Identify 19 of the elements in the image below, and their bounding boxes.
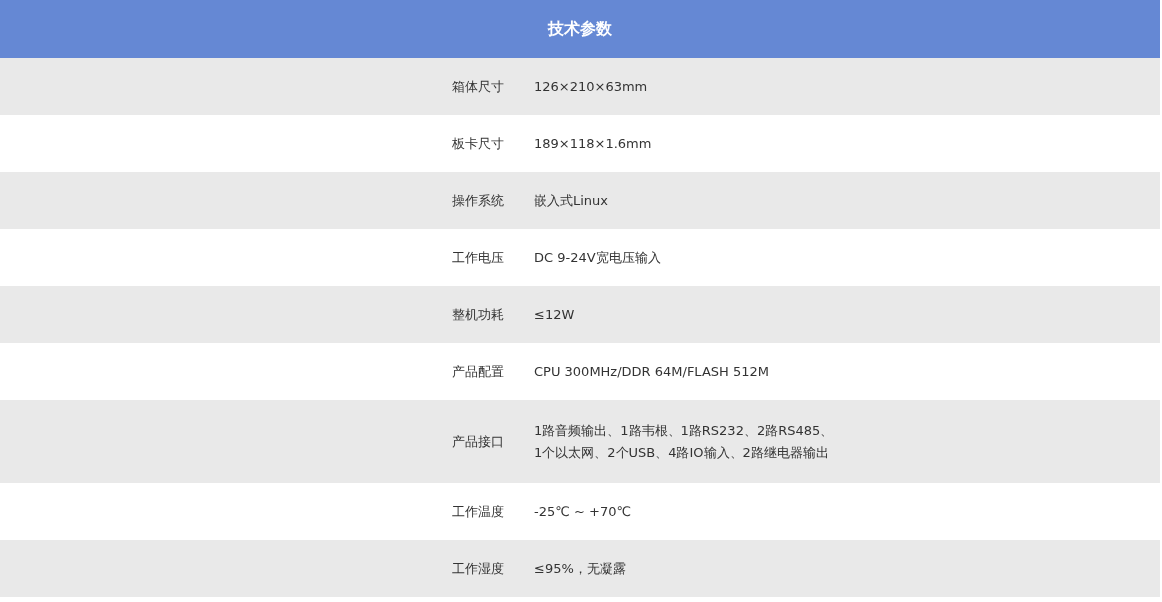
spec-value: 1路音频输出、1路韦根、1路RS232、2路RS485、 1个以太网、2个USB、4路IO输入、2路继电器输出 <box>534 421 835 462</box>
spec-value: 126×210×63mm <box>534 79 649 94</box>
spec-value: ≤12W <box>534 307 576 322</box>
spec-label: 工作电压 <box>452 248 504 267</box>
spec-label: 产品配置 <box>452 362 504 381</box>
spec-value: 189×118×1.6mm <box>534 136 653 151</box>
spec-label: 箱体尺寸 <box>452 77 504 96</box>
spec-label: 工作温度 <box>452 502 504 521</box>
spec-value: 嵌入式Linux <box>534 191 610 210</box>
spec-value: DC 9-24V宽电压输入 <box>534 248 662 267</box>
spec-value: CPU 300MHz/DDR 64M/FLASH 512M <box>534 364 770 379</box>
spec-value: -25℃ ~ +70℃ <box>534 504 633 519</box>
spec-label: 产品接口 <box>452 432 504 451</box>
spec-value: ≤95%，无凝露 <box>534 559 627 578</box>
spec-label: 工作湿度 <box>452 559 504 578</box>
spec-label: 整机功耗 <box>452 305 504 324</box>
spec-label: 板卡尺寸 <box>452 134 504 153</box>
spec-label: 操作系统 <box>452 191 504 210</box>
table-header: 技术参数 <box>0 0 1160 58</box>
